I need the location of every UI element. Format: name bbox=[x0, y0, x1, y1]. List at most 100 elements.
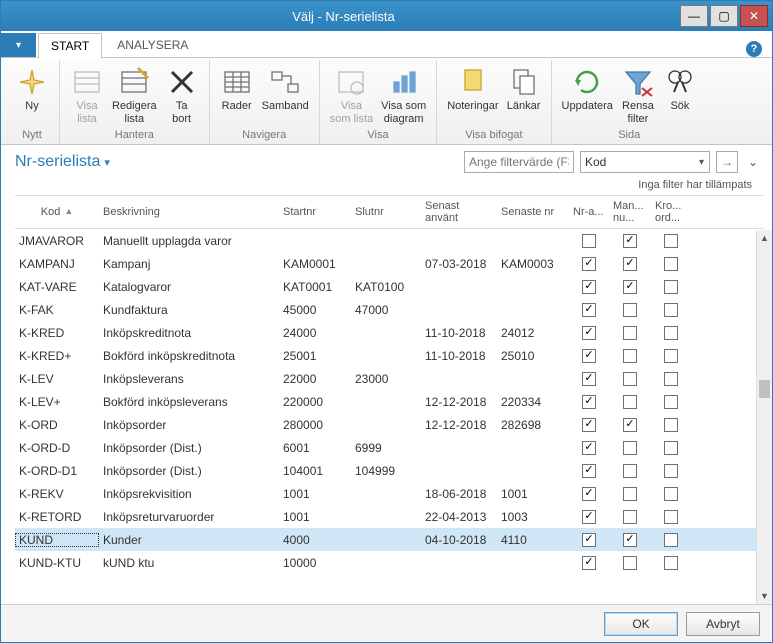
checkbox-kro-ord[interactable] bbox=[664, 372, 678, 386]
checkbox-kro-ord[interactable] bbox=[664, 349, 678, 363]
filter-value-input[interactable] bbox=[464, 151, 574, 173]
ok-button[interactable]: OK bbox=[604, 612, 678, 636]
col-kro-ord[interactable]: Kro... ord... bbox=[651, 198, 691, 226]
apply-filter-button[interactable]: → bbox=[716, 151, 738, 173]
table-row[interactable]: KAMPANJKampanjKAM000107-03-2018KAM0003 bbox=[15, 252, 764, 275]
avbryt-button[interactable]: Avbryt bbox=[686, 612, 760, 636]
checkbox-nr-a[interactable] bbox=[582, 510, 596, 524]
tab-analysera[interactable]: ANALYSERA bbox=[104, 32, 201, 57]
table-row[interactable]: K-ORD-DInköpsorder (Dist.)60016999 bbox=[15, 436, 764, 459]
checkbox-kro-ord[interactable] bbox=[664, 418, 678, 432]
ny-button[interactable]: Ny bbox=[11, 64, 53, 115]
close-button[interactable]: ✕ bbox=[740, 5, 768, 27]
checkbox-nr-a[interactable] bbox=[582, 303, 596, 317]
checkbox-kro-ord[interactable] bbox=[664, 510, 678, 524]
checkbox-kro-ord[interactable] bbox=[664, 280, 678, 294]
checkbox-man-nu[interactable] bbox=[623, 418, 637, 432]
filter-field-select[interactable]: Kod bbox=[580, 151, 710, 173]
table-row[interactable]: K-FAKKundfaktura4500047000 bbox=[15, 298, 764, 321]
checkbox-nr-a[interactable] bbox=[582, 326, 596, 340]
page-title[interactable]: Nr-serielista▾ bbox=[15, 153, 110, 171]
checkbox-nr-a[interactable] bbox=[582, 372, 596, 386]
checkbox-nr-a[interactable] bbox=[582, 441, 596, 455]
checkbox-nr-a[interactable] bbox=[582, 533, 596, 547]
checkbox-nr-a[interactable] bbox=[582, 234, 596, 248]
checkbox-kro-ord[interactable] bbox=[664, 556, 678, 570]
table-row[interactable]: KUND-KTUkUND ktu10000 bbox=[15, 551, 764, 574]
tab-start[interactable]: START bbox=[38, 33, 102, 58]
sok-button[interactable]: Sök bbox=[659, 64, 701, 115]
expand-factbox-button[interactable]: ⌄ bbox=[744, 155, 762, 169]
checkbox-nr-a[interactable] bbox=[582, 395, 596, 409]
checkbox-kro-ord[interactable] bbox=[664, 303, 678, 317]
checkbox-nr-a[interactable] bbox=[582, 556, 596, 570]
checkbox-nr-a[interactable] bbox=[582, 349, 596, 363]
checkbox-man-nu[interactable] bbox=[623, 487, 637, 501]
checkbox-man-nu[interactable] bbox=[623, 556, 637, 570]
table-row[interactable]: K-ORD-D1Inköpsorder (Dist.)104001104999 bbox=[15, 459, 764, 482]
checkbox-kro-ord[interactable] bbox=[664, 533, 678, 547]
file-menu-button[interactable]: ▾ bbox=[1, 33, 36, 57]
checkbox-nr-a[interactable] bbox=[582, 418, 596, 432]
vertical-scrollbar[interactable]: ▲ ▼ bbox=[756, 230, 772, 604]
checkbox-kro-ord[interactable] bbox=[664, 395, 678, 409]
checkbox-nr-a[interactable] bbox=[582, 487, 596, 501]
checkbox-kro-ord[interactable] bbox=[664, 257, 678, 271]
table-row[interactable]: K-REKVInköpsrekvisition100118-06-2018100… bbox=[15, 482, 764, 505]
col-senast-anvant[interactable]: Senast använt bbox=[421, 198, 497, 226]
checkbox-man-nu[interactable] bbox=[623, 533, 637, 547]
rader-button[interactable]: Rader bbox=[216, 64, 258, 115]
checkbox-kro-ord[interactable] bbox=[664, 326, 678, 340]
checkbox-kro-ord[interactable] bbox=[664, 441, 678, 455]
col-kod[interactable]: Kod▲ bbox=[15, 204, 99, 220]
checkbox-man-nu[interactable] bbox=[623, 464, 637, 478]
table-row[interactable]: KUNDKunder400004-10-20184110 bbox=[15, 528, 764, 551]
checkbox-man-nu[interactable] bbox=[623, 280, 637, 294]
col-nr-a[interactable]: Nr-a... bbox=[569, 204, 609, 220]
checkbox-nr-a[interactable] bbox=[582, 464, 596, 478]
table-row[interactable]: KAT-VAREKatalogvarorKAT0001KAT0100 bbox=[15, 275, 764, 298]
table-row[interactable]: K-LEV+Bokförd inköpsleverans22000012-12-… bbox=[15, 390, 764, 413]
col-man-nu[interactable]: Man... nu... bbox=[609, 198, 651, 226]
checkbox-man-nu[interactable] bbox=[623, 510, 637, 524]
table-row[interactable]: K-ORDInköpsorder28000012-12-2018282698 bbox=[15, 413, 764, 436]
redigera-lista-button[interactable]: Redigera lista bbox=[108, 64, 161, 127]
noteringar-button[interactable]: Noteringar bbox=[443, 64, 502, 115]
checkbox-man-nu[interactable] bbox=[623, 372, 637, 386]
checkbox-man-nu[interactable] bbox=[623, 257, 637, 271]
minimize-button[interactable]: — bbox=[680, 5, 708, 27]
table-row[interactable]: K-KRED+Bokförd inköpskreditnota2500111-1… bbox=[15, 344, 764, 367]
checkbox-man-nu[interactable] bbox=[623, 326, 637, 340]
checkbox-man-nu[interactable] bbox=[623, 395, 637, 409]
samband-button[interactable]: Samband bbox=[258, 64, 313, 115]
help-icon[interactable]: ? bbox=[746, 41, 762, 57]
scroll-thumb[interactable] bbox=[759, 380, 770, 398]
table-row[interactable]: JMAVARORManuellt upplagda varor bbox=[15, 229, 764, 252]
checkbox-nr-a[interactable] bbox=[582, 280, 596, 294]
scroll-down-icon[interactable]: ▼ bbox=[757, 588, 772, 604]
visa-som-diagram-button[interactable]: Visa som diagram bbox=[377, 64, 430, 127]
checkbox-man-nu[interactable] bbox=[623, 349, 637, 363]
rensa-filter-button[interactable]: Rensa filter bbox=[617, 64, 659, 127]
checkbox-man-nu[interactable] bbox=[623, 441, 637, 455]
checkbox-kro-ord[interactable] bbox=[664, 464, 678, 478]
checkbox-man-nu[interactable] bbox=[623, 234, 637, 248]
visa-som-lista-button[interactable]: Visa som lista bbox=[326, 64, 377, 127]
col-slutnr[interactable]: Slutnr bbox=[351, 204, 421, 220]
col-senaste-nr[interactable]: Senaste nr bbox=[497, 204, 569, 220]
col-beskrivning[interactable]: Beskrivning bbox=[99, 204, 279, 220]
visa-lista-button[interactable]: Visa lista bbox=[66, 64, 108, 127]
scroll-up-icon[interactable]: ▲ bbox=[757, 230, 772, 246]
checkbox-nr-a[interactable] bbox=[582, 257, 596, 271]
table-row[interactable]: K-LEVInköpsleverans2200023000 bbox=[15, 367, 764, 390]
uppdatera-button[interactable]: Uppdatera bbox=[558, 64, 617, 115]
table-row[interactable]: K-KREDInköpskreditnota2400011-10-2018240… bbox=[15, 321, 764, 344]
col-startnr[interactable]: Startnr bbox=[279, 204, 351, 220]
maximize-button[interactable]: ▢ bbox=[710, 5, 738, 27]
table-row[interactable]: K-RETORDInköpsreturvaruorder100122-04-20… bbox=[15, 505, 764, 528]
checkbox-kro-ord[interactable] bbox=[664, 234, 678, 248]
ta-bort-button[interactable]: Ta bort bbox=[161, 64, 203, 127]
checkbox-kro-ord[interactable] bbox=[664, 487, 678, 501]
checkbox-man-nu[interactable] bbox=[623, 303, 637, 317]
lankar-button[interactable]: Länkar bbox=[503, 64, 545, 115]
